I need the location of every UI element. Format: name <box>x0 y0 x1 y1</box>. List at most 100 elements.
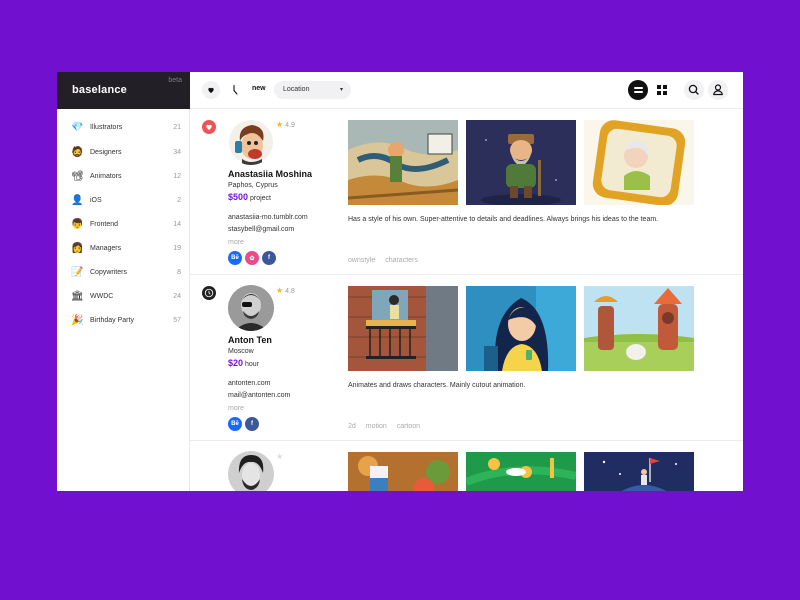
freelancer-card[interactable]: ★ 4.8 Anton Ten Moscow $20 hour antonten.… <box>190 275 743 441</box>
portfolio-thumbnail[interactable] <box>348 120 458 205</box>
rate-unit: hour <box>244 361 259 368</box>
email-link[interactable]: stasybell@gmail.com <box>228 226 294 233</box>
sidebar-item-wwdc[interactable]: 🏛 WWDC 24 <box>57 287 190 307</box>
person-silhouette-icon: 👤 <box>71 195 84 206</box>
sidebar-item-count: 8 <box>177 269 181 276</box>
list-view-icon <box>633 91 643 93</box>
grid-view-icon <box>663 85 667 89</box>
tag-list: 2d motion cartoon <box>348 423 428 430</box>
email-link[interactable]: mail@antonten.com <box>228 392 290 399</box>
tag[interactable]: ownstyle <box>348 257 375 264</box>
sidebar-item-count: 24 <box>173 293 181 300</box>
sidebar-item-label: Managers <box>90 245 122 252</box>
sidebar-item-label: Frontend <box>90 221 119 228</box>
portfolio-thumbnail[interactable] <box>348 452 458 491</box>
sidebar-item-copywriters[interactable]: 📝 Copywriters 8 <box>57 263 190 283</box>
freelancer-name[interactable]: Anastasiia Moshina <box>228 169 312 179</box>
avatar[interactable] <box>228 451 274 491</box>
list-view-icon <box>633 87 643 89</box>
more-link[interactable]: more <box>228 405 244 412</box>
website-link[interactable]: antonten.com <box>228 380 270 387</box>
dribbble-icon[interactable]: ✿ <box>245 251 259 265</box>
sidebar-item-count: 2 <box>177 197 181 204</box>
tag[interactable]: cartoon <box>397 423 420 430</box>
rate-amount: $20 <box>228 358 244 368</box>
freelancer-description: Has a style of his own. Super-attentive … <box>348 216 659 223</box>
tag[interactable]: characters <box>385 257 418 264</box>
favorite-badge[interactable] <box>202 120 216 134</box>
grid-view-icon <box>657 85 661 89</box>
website-link[interactable]: anastasiia-mo.tumblr.com <box>228 214 308 221</box>
search-button[interactable] <box>684 80 704 100</box>
facebook-icon[interactable]: f <box>245 417 259 431</box>
sidebar-item-animators[interactable]: 📽 Animators 12 <box>57 167 190 187</box>
party-popper-icon: 🎉 <box>71 315 84 326</box>
sidebar-item-count: 19 <box>173 245 181 252</box>
facebook-icon[interactable]: f <box>262 251 276 265</box>
favorites-filter-button[interactable] <box>202 81 220 99</box>
freelancer-card[interactable]: ★ <box>190 441 743 491</box>
sidebar-item-ios[interactable]: 👤 iOS 2 <box>57 191 190 211</box>
sidebar: 💎 Illustrators 21 🧔 Designers 34 📽 Anima… <box>57 109 190 491</box>
boy-emoji-icon: 👦 <box>71 219 84 230</box>
rate-unit: project <box>249 195 271 202</box>
social-links: Bē f <box>228 417 259 431</box>
list-view-button[interactable] <box>628 80 648 100</box>
rating: ★ 4.9 <box>276 120 295 129</box>
portfolio-thumbnail[interactable] <box>584 452 694 491</box>
star-icon: ★ <box>276 286 284 295</box>
freelancer-location: Moscow <box>228 348 254 355</box>
app-window: baselance beta 💎 Illustrators 21 🧔 Desig… <box>57 72 743 491</box>
portfolio-thumbnail[interactable] <box>466 286 576 371</box>
portfolio-thumbnail[interactable] <box>584 286 694 371</box>
portfolio-thumbnail[interactable] <box>584 120 694 205</box>
chevron-down-icon: ▾ <box>339 87 343 93</box>
tag[interactable]: 2d <box>348 423 356 430</box>
sidebar-item-count: 34 <box>173 149 181 156</box>
sidebar-item-birthday-party[interactable]: 🎉 Birthday Party 57 <box>57 311 190 331</box>
behance-icon[interactable]: Bē <box>228 417 242 431</box>
more-link[interactable]: more <box>228 239 244 246</box>
avatar[interactable] <box>228 285 274 331</box>
sidebar-item-count: 12 <box>173 173 181 180</box>
portfolio-thumbnail[interactable] <box>348 286 458 371</box>
heart-icon <box>206 124 212 130</box>
freelancer-description: Animates and draws characters. Mainly cu… <box>348 382 526 389</box>
location-select[interactable]: Location ▾ <box>274 81 351 99</box>
recent-badge[interactable] <box>202 286 216 300</box>
designer-emoji-icon: 🧔 <box>71 147 84 158</box>
grid-view-icon <box>657 91 661 95</box>
freelancer-card[interactable]: ★ 4.9 Anastasiia Moshina Paphos, Cyprus $… <box>190 109 743 275</box>
sidebar-item-label: iOS <box>90 197 102 204</box>
freelancer-rate: $500 project <box>228 192 271 202</box>
sidebar-item-designers[interactable]: 🧔 Designers 34 <box>57 143 190 163</box>
freelancer-rate: $20 hour <box>228 358 259 368</box>
new-filter-button[interactable]: new <box>252 85 266 92</box>
portfolio-thumbnail[interactable] <box>466 120 576 205</box>
profile-button[interactable] <box>708 80 728 100</box>
sidebar-item-frontend[interactable]: 👦 Frontend 14 <box>57 215 190 235</box>
brand-logo[interactable]: baselance <box>72 84 127 96</box>
behance-icon[interactable]: Bē <box>228 251 242 265</box>
social-links: Bē ✿ f <box>228 251 276 265</box>
sidebar-item-count: 14 <box>173 221 181 228</box>
search-icon <box>688 84 699 95</box>
rate-amount: $500 <box>228 192 249 202</box>
freelancer-name[interactable]: Anton Ten <box>228 335 272 345</box>
tag[interactable]: motion <box>366 423 387 430</box>
film-projector-icon: 📽 <box>71 171 84 182</box>
avatar[interactable] <box>228 119 274 165</box>
brand-header: baselance beta <box>57 72 190 109</box>
grid-view-button[interactable] <box>656 84 668 96</box>
star-icon: ★ <box>276 452 284 461</box>
star-icon: ★ <box>276 120 284 129</box>
sidebar-item-managers[interactable]: 👩 Managers 19 <box>57 239 190 259</box>
beta-label: beta <box>168 77 182 84</box>
recent-filter-button[interactable] <box>226 81 244 99</box>
sidebar-item-illustrators[interactable]: 💎 Illustrators 21 <box>57 118 190 138</box>
rating: ★ <box>276 452 285 461</box>
rating: ★ 4.8 <box>276 286 295 295</box>
heart-icon <box>208 87 214 93</box>
toolbar: new Location ▾ <box>190 72 743 109</box>
portfolio-thumbnail[interactable] <box>466 452 576 491</box>
